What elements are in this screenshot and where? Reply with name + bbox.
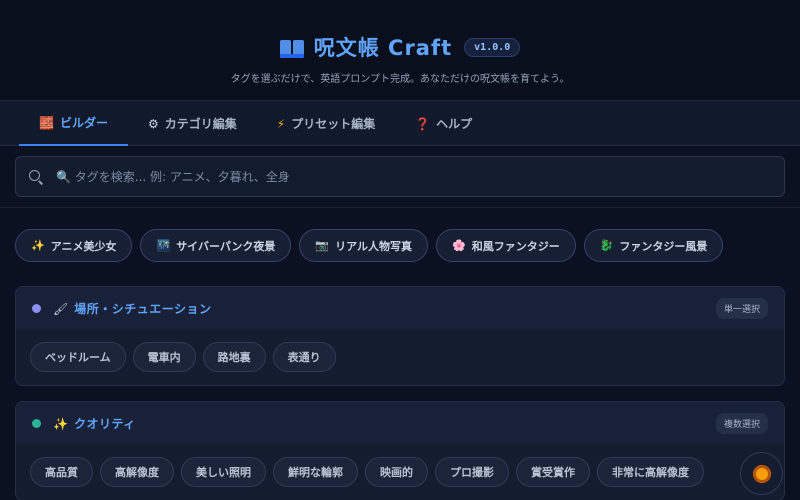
category-card-location: 🖌 場所・シチュエーション 単一選択 ベッドルーム 電車内 路地裏 表通り [15,286,785,386]
category-header[interactable]: ✨ クオリティ 複数選択 [16,402,784,445]
preset-bar: ✨ アニメ美少女 🌃 サイバーパンク夜景 📷 リアル人物写真 🌸 和風ファンタジ… [0,208,800,286]
preset-label: リアル人物写真 [335,239,413,253]
category-title: 場所・シチュエーション [74,302,212,316]
tag-list: 高品質 高解像度 美しい照明 鮮明な輪郭 映画的 プロ撮影 賞受賞作 非常に高解… [16,445,784,500]
preset-label: サイバーパンク夜景 [176,239,276,253]
app-subtitle: タグを選ぶだけで、英語プロンプト完成。あなただけの呪文帳を育てよう。 [230,74,570,85]
cherry-blossom-icon: 🌸 [452,239,466,252]
tab-bar: 🧱 ビルダー ⚙ カテゴリ編集 ⚡ プリセット編集 ❓ ヘルプ [0,100,800,146]
tab-category-edit[interactable]: ⚙ カテゴリ編集 [128,101,257,146]
floating-action-button[interactable] [740,452,783,495]
lightning-icon: ⚡ [276,116,286,131]
app-title: 呪文帳 Craft [313,36,453,60]
version-badge: v1.0.0 [464,37,521,57]
tab-builder[interactable]: 🧱 ビルダー [19,101,128,146]
dragon-icon: 🐉 [599,239,614,252]
tag-chip[interactable]: 映画的 [365,457,428,487]
selection-mode-badge: 単一選択 [715,298,768,319]
app-header: 呪文帳 Craft v1.0.0 タグを選ぶだけで、英語プロンプト完成。あなただ… [0,0,800,100]
tab-label: プリセット編集 [291,117,376,131]
tag-chip[interactable]: プロ撮影 [435,457,509,487]
tag-chip[interactable]: 表通り [272,342,336,372]
tag-chip[interactable]: 美しい照明 [181,457,266,487]
category-header[interactable]: 🖌 場所・シチュエーション 単一選択 [16,287,784,330]
tag-chip[interactable]: 高解像度 [100,457,174,487]
builder-icon: 🧱 [39,115,54,130]
tab-label: ヘルプ [436,117,473,131]
tab-help[interactable]: ❓ ヘルプ [395,101,492,146]
preset-japanese-fantasy[interactable]: 🌸 和風ファンタジー [436,229,576,262]
tag-chip[interactable]: 高品質 [30,457,93,487]
sparkles-icon: ✨ [53,416,68,431]
sparkles-icon: ✨ [31,239,45,252]
preset-label: ファンタジー風景 [619,239,708,253]
tab-preset-edit[interactable]: ⚡ プリセット編集 [257,101,395,146]
category-color-dot [32,304,41,313]
gear-icon: ⚙ [147,116,159,131]
city-night-icon: 🌃 [156,239,171,252]
category-color-dot [32,419,41,428]
open-book-icon [279,40,304,58]
category-title: クオリティ [73,417,136,431]
preset-fantasy-landscape[interactable]: 🐉 ファンタジー風景 [583,229,724,262]
tag-chip[interactable]: ベッドルーム [30,342,126,372]
brush-icon: 🖌 [53,301,69,316]
search-section [0,146,800,208]
selection-mode-badge: 複数選択 [715,413,768,434]
preset-anime-girl[interactable]: ✨ アニメ美少女 [15,229,133,262]
tag-search-input[interactable] [56,169,784,184]
tag-chip[interactable]: 路地裏 [202,342,266,372]
tab-label: ビルダー [59,116,108,130]
camera-icon: 📷 [315,239,330,252]
category-card-quality: ✨ クオリティ 複数選択 高品質 高解像度 美しい照明 鮮明な輪郭 映画的 プロ… [15,401,785,500]
flower-icon [752,464,771,483]
tag-chip[interactable]: 非常に高解像度 [597,457,704,487]
preset-label: アニメ美少女 [50,239,117,253]
preset-real-portrait[interactable]: 📷 リアル人物写真 [299,229,429,262]
search-icon [28,169,44,185]
search-box [15,156,785,197]
question-icon: ❓ [415,116,431,131]
tag-chip[interactable]: 電車内 [132,342,196,372]
tab-label: カテゴリ編集 [164,117,237,131]
title-row: 呪文帳 Craft v1.0.0 [0,32,800,62]
preset-cyberpunk-night[interactable]: 🌃 サイバーパンク夜景 [140,229,292,262]
preset-label: 和風ファンタジー [471,239,560,253]
tag-chip[interactable]: 鮮明な輪郭 [273,457,358,487]
tag-list: ベッドルーム 電車内 路地裏 表通り [16,330,784,385]
tag-chip[interactable]: 賞受賞作 [516,457,590,487]
